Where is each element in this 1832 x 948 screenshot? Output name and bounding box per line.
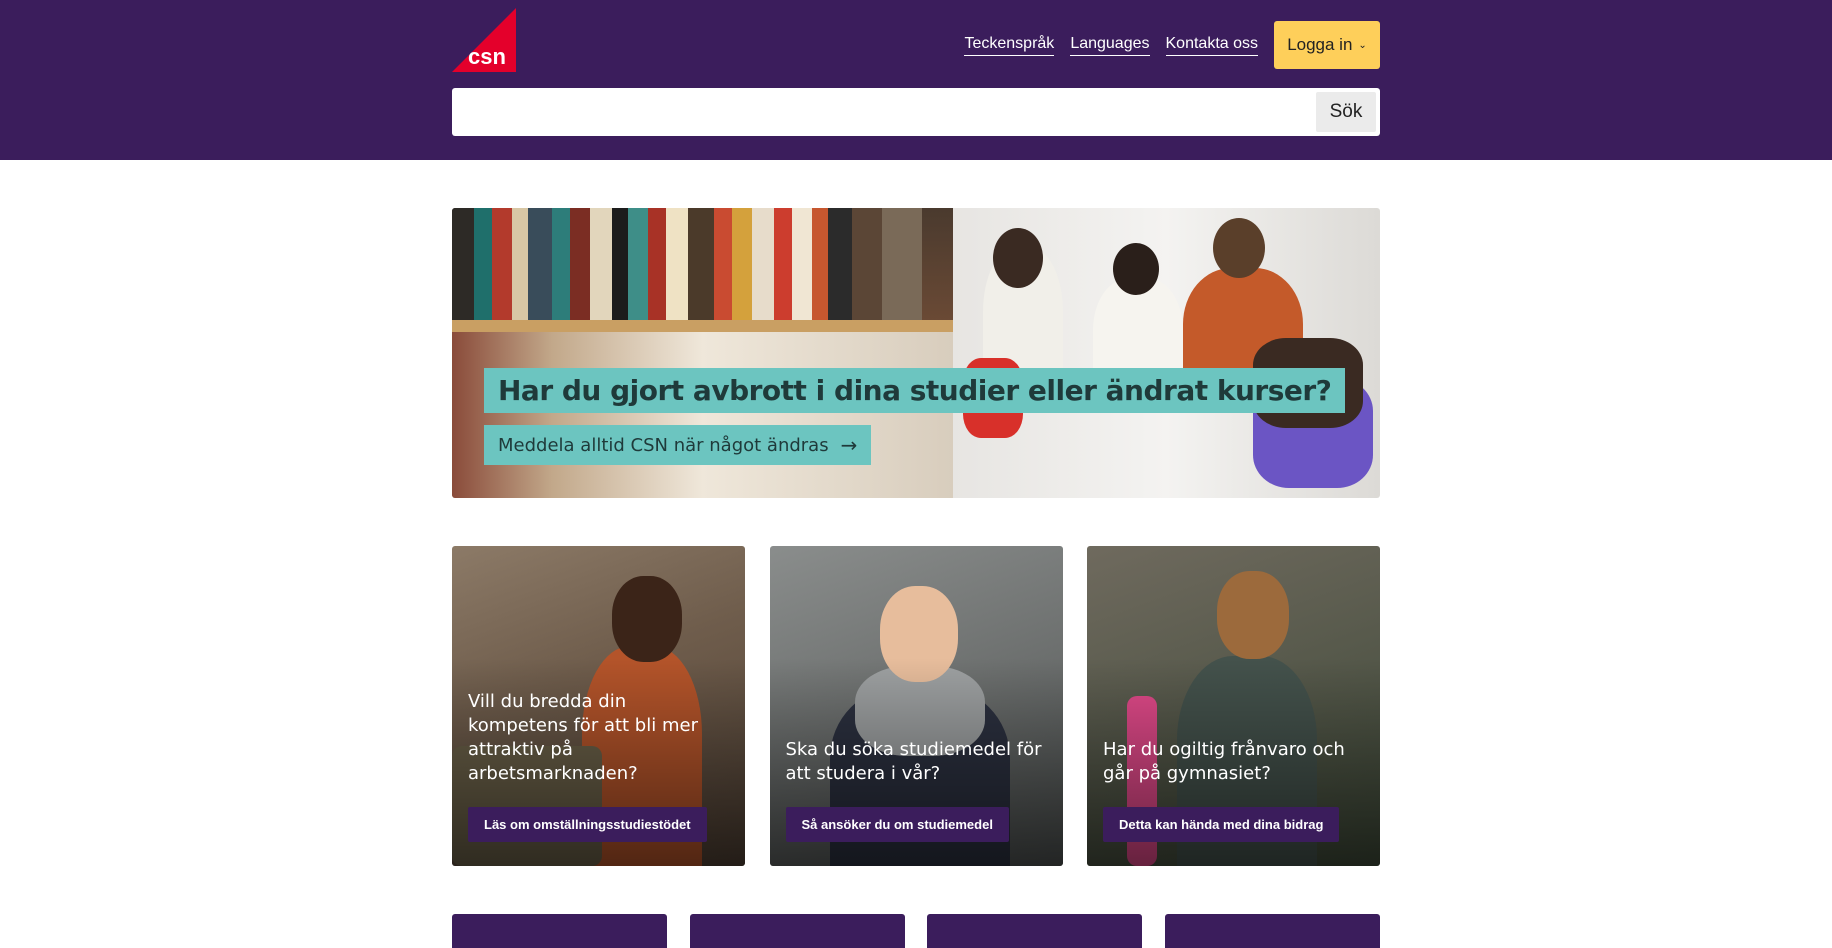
hero-students-image	[953, 208, 1380, 498]
card-button[interactable]: Läs om omställningsstudiestödet	[468, 807, 707, 842]
hero-banner: Har du gjort avbrott i dina studier elle…	[452, 208, 1380, 498]
bottom-tiles	[452, 914, 1380, 948]
hero-link-label: Meddela alltid CSN när något ändras	[498, 434, 829, 456]
card-button[interactable]: Detta kan hända med dina bidrag	[1103, 807, 1340, 842]
quick-link-tile[interactable]	[452, 914, 667, 948]
arrow-right-icon: →	[840, 433, 858, 457]
nav-link-teckensprak[interactable]: Teckenspråk	[964, 35, 1055, 56]
feature-card[interactable]: Ska du söka studiemedel för att studera …	[769, 546, 1063, 866]
login-button[interactable]: Logga in ⌄	[1274, 21, 1380, 69]
card-button[interactable]: Så ansöker du om studiemedel	[785, 807, 1009, 842]
main-content: Har du gjort avbrott i dina studier elle…	[452, 208, 1380, 948]
card-text: Ska du söka studiemedel för att studera …	[785, 739, 1042, 784]
site-header: csn Teckenspråk Languages Kontakta oss L…	[0, 0, 1832, 160]
quick-link-tile[interactable]	[689, 914, 905, 948]
search-button[interactable]: Sök	[1316, 92, 1376, 132]
hero-title: Har du gjort avbrott i dina studier elle…	[484, 368, 1346, 413]
top-navigation: Teckenspråk Languages Kontakta oss Logga…	[948, 21, 1380, 69]
csn-logo[interactable]: csn	[452, 8, 516, 72]
search-input[interactable]	[452, 88, 1316, 136]
svg-text:csn: csn	[468, 44, 506, 69]
feature-card[interactable]: Vill du bredda din kompetens för att bli…	[452, 546, 745, 866]
hero-link[interactable]: Meddela alltid CSN när något ändras →	[484, 425, 872, 465]
feature-card[interactable]: Har du ogiltig frånvaro och går på gymna…	[1087, 546, 1380, 866]
card-text: Har du ogiltig frånvaro och går på gymna…	[1103, 739, 1345, 784]
chevron-down-icon: ⌄	[1358, 39, 1367, 51]
nav-link-kontakta-oss[interactable]: Kontakta oss	[1165, 35, 1258, 56]
card-text: Vill du bredda din kompetens för att bli…	[468, 691, 698, 784]
nav-link-languages[interactable]: Languages	[1070, 35, 1150, 56]
login-label: Logga in	[1287, 35, 1353, 54]
quick-link-tile[interactable]	[1164, 914, 1380, 948]
quick-link-tile[interactable]	[927, 914, 1143, 948]
search-bar: Sök	[452, 88, 1380, 136]
feature-cards: Vill du bredda din kompetens för att bli…	[452, 546, 1380, 866]
